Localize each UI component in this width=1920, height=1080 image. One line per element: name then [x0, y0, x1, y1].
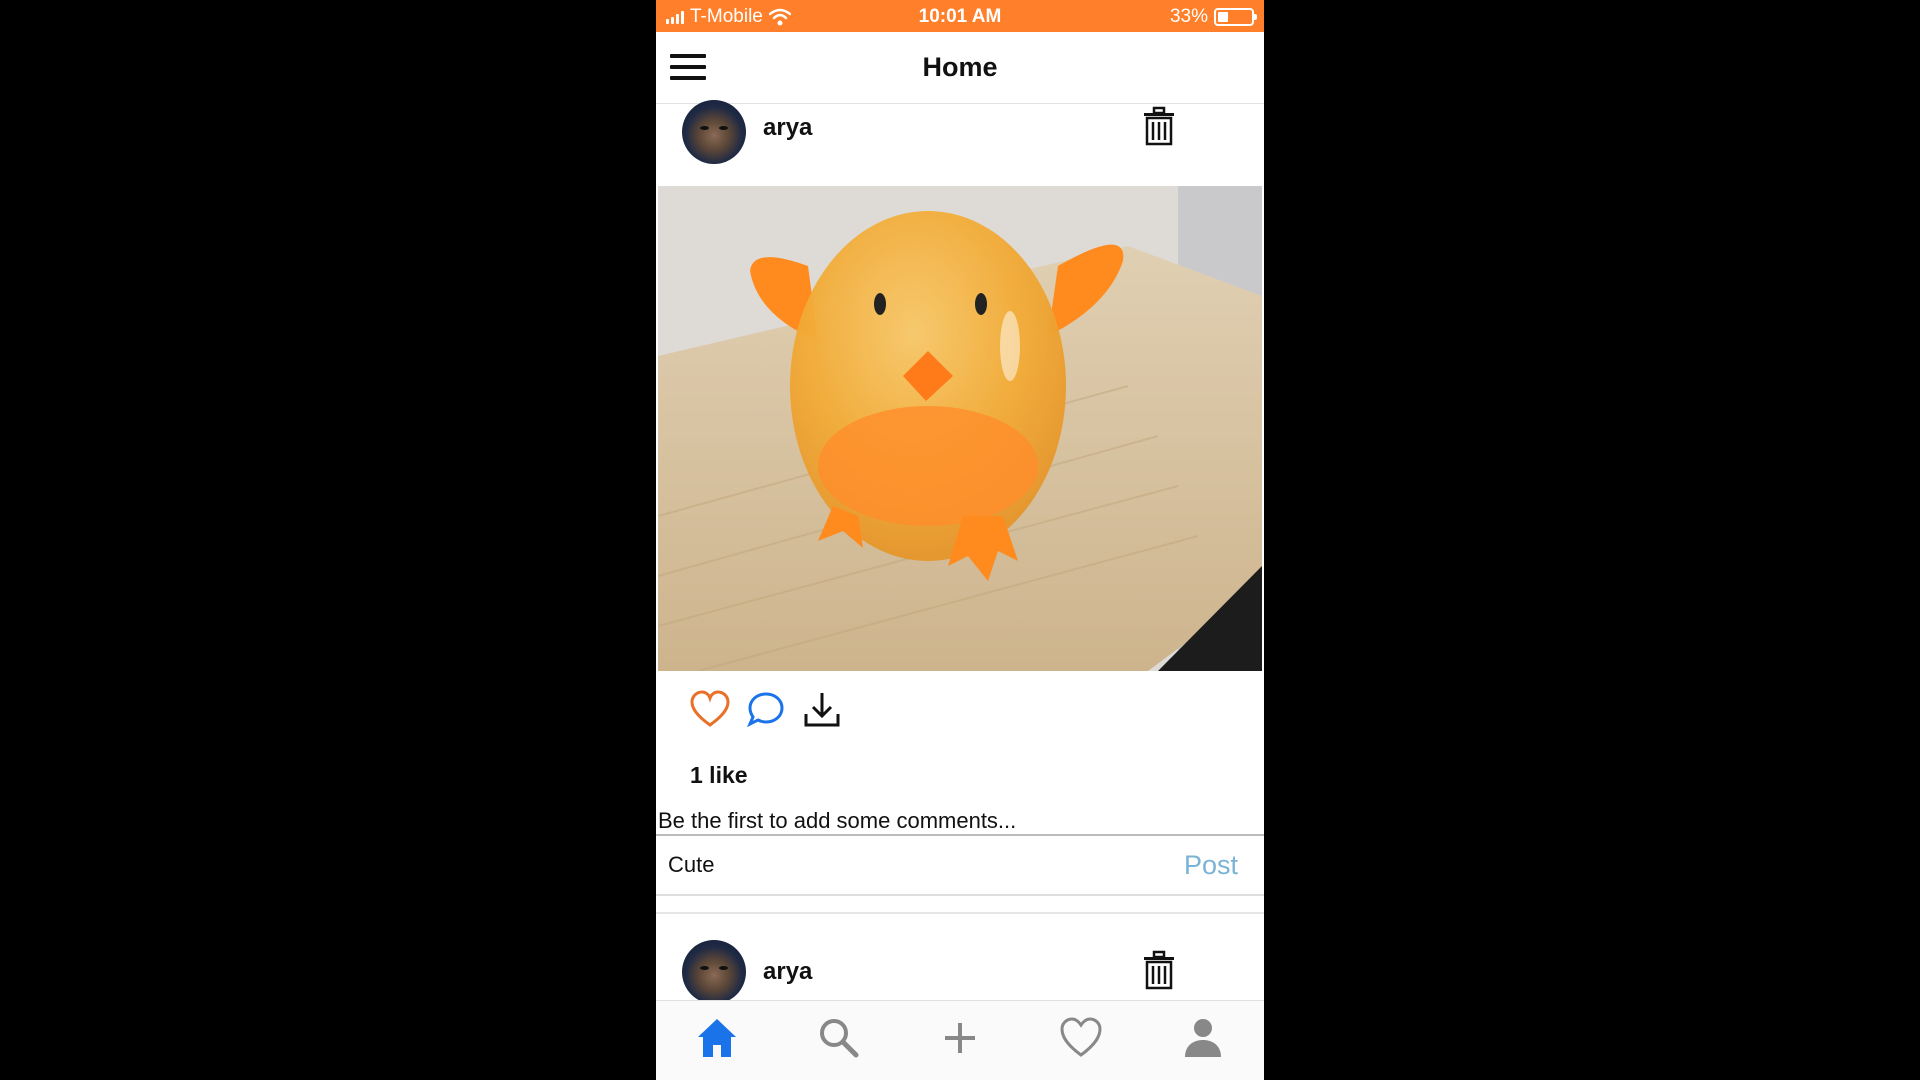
comment-row: Post	[656, 834, 1264, 896]
home-icon[interactable]	[694, 1015, 740, 1061]
status-right: 33%	[1169, 6, 1257, 28]
battery-icon	[1214, 8, 1257, 26]
post-username[interactable]: arya	[763, 114, 812, 142]
trash-icon[interactable]	[1141, 950, 1177, 990]
page-title: Home	[922, 52, 998, 82]
nav-header: Home	[656, 32, 1264, 104]
add-icon[interactable]	[937, 1015, 983, 1061]
post-image[interactable]	[658, 186, 1262, 671]
likes-count[interactable]: 1 like	[690, 762, 748, 789]
trash-icon[interactable]	[1141, 106, 1177, 146]
comment-input[interactable]	[668, 852, 1118, 878]
post-actions	[656, 690, 1264, 730]
download-icon[interactable]	[802, 690, 842, 730]
post-username[interactable]: arya	[763, 958, 812, 986]
comment-icon[interactable]	[746, 690, 786, 730]
search-icon[interactable]	[816, 1015, 862, 1061]
avatar[interactable]	[682, 100, 746, 164]
post-separator	[656, 912, 1264, 914]
status-bar: T-Mobile 10:01 AM 33%	[656, 0, 1264, 32]
post-button[interactable]: Post	[1184, 850, 1238, 881]
phone-screen: T-Mobile 10:01 AM 33% Home arya 1 like B…	[656, 0, 1264, 1080]
tab-bar	[656, 1000, 1264, 1080]
post-header: arya	[656, 100, 1264, 184]
heart-icon[interactable]	[690, 690, 730, 730]
chick-toy-photo	[658, 186, 1262, 671]
profile-icon[interactable]	[1180, 1015, 1226, 1061]
heart-icon[interactable]	[1058, 1015, 1104, 1061]
comments-hint: Be the first to add some comments...	[658, 808, 1017, 833]
battery-percent: 33%	[1169, 6, 1208, 27]
avatar[interactable]	[682, 940, 746, 1004]
